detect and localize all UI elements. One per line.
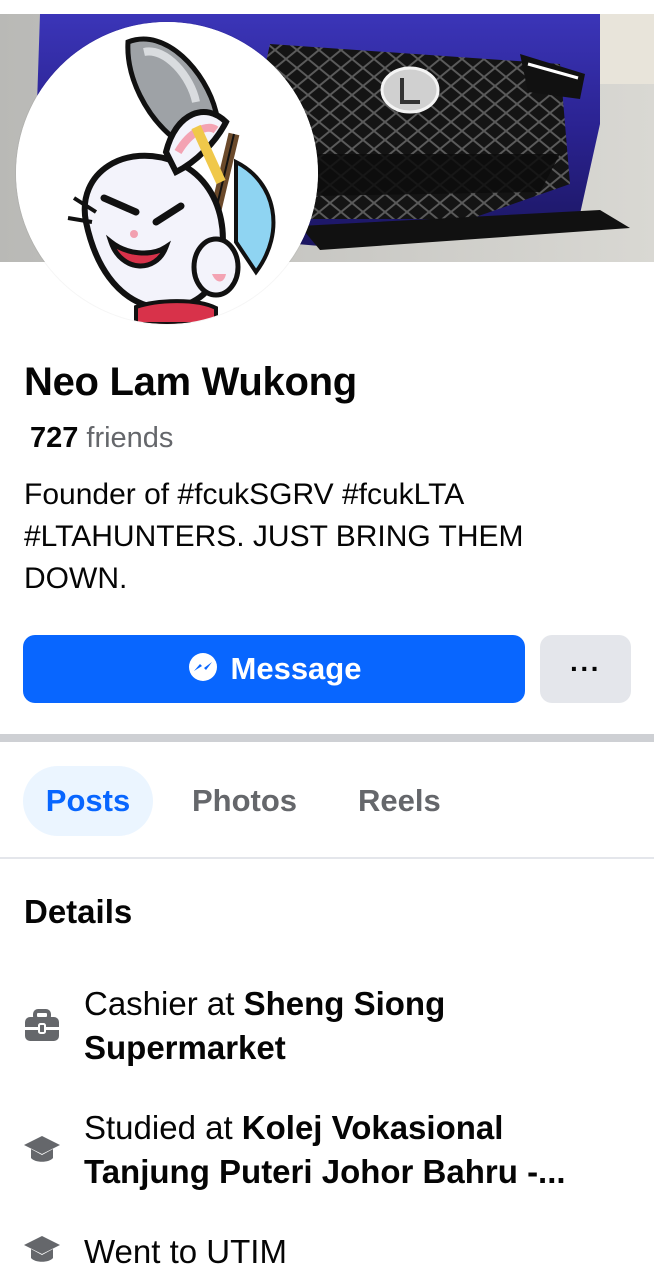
message-button[interactable]: Message	[23, 635, 525, 703]
profile-name: Neo Lam Wukong	[24, 360, 357, 404]
details-heading: Details	[24, 893, 133, 930]
tab-posts[interactable]: Posts	[23, 766, 153, 836]
friends-number: 727	[30, 422, 79, 454]
tab-photos[interactable]: Photos	[192, 766, 297, 836]
briefcase-icon	[22, 1006, 62, 1046]
more-options-button[interactable]: ···	[540, 635, 631, 703]
messenger-icon	[187, 651, 219, 688]
graduation-cap-icon	[22, 1130, 62, 1170]
friends-count[interactable]: 727 friends	[30, 418, 173, 458]
detail-university-text: Went to UTIM	[84, 1233, 287, 1270]
message-button-label: Message	[230, 651, 362, 686]
detail-education-prefix: Studied at	[84, 1109, 242, 1146]
section-divider	[0, 734, 654, 742]
profile-bio: Founder of #fcukSGRV #fcukLTA #LTAHUNTER…	[24, 478, 524, 595]
status-strip	[0, 0, 654, 14]
more-dots-icon: ···	[570, 653, 601, 684]
detail-work-prefix: Cashier at	[84, 985, 244, 1022]
profile-avatar[interactable]	[16, 22, 318, 324]
graduation-cap-icon	[22, 1230, 62, 1270]
tabs-divider	[0, 857, 654, 859]
friends-label: friends	[86, 422, 174, 454]
tab-reels[interactable]: Reels	[358, 766, 441, 836]
